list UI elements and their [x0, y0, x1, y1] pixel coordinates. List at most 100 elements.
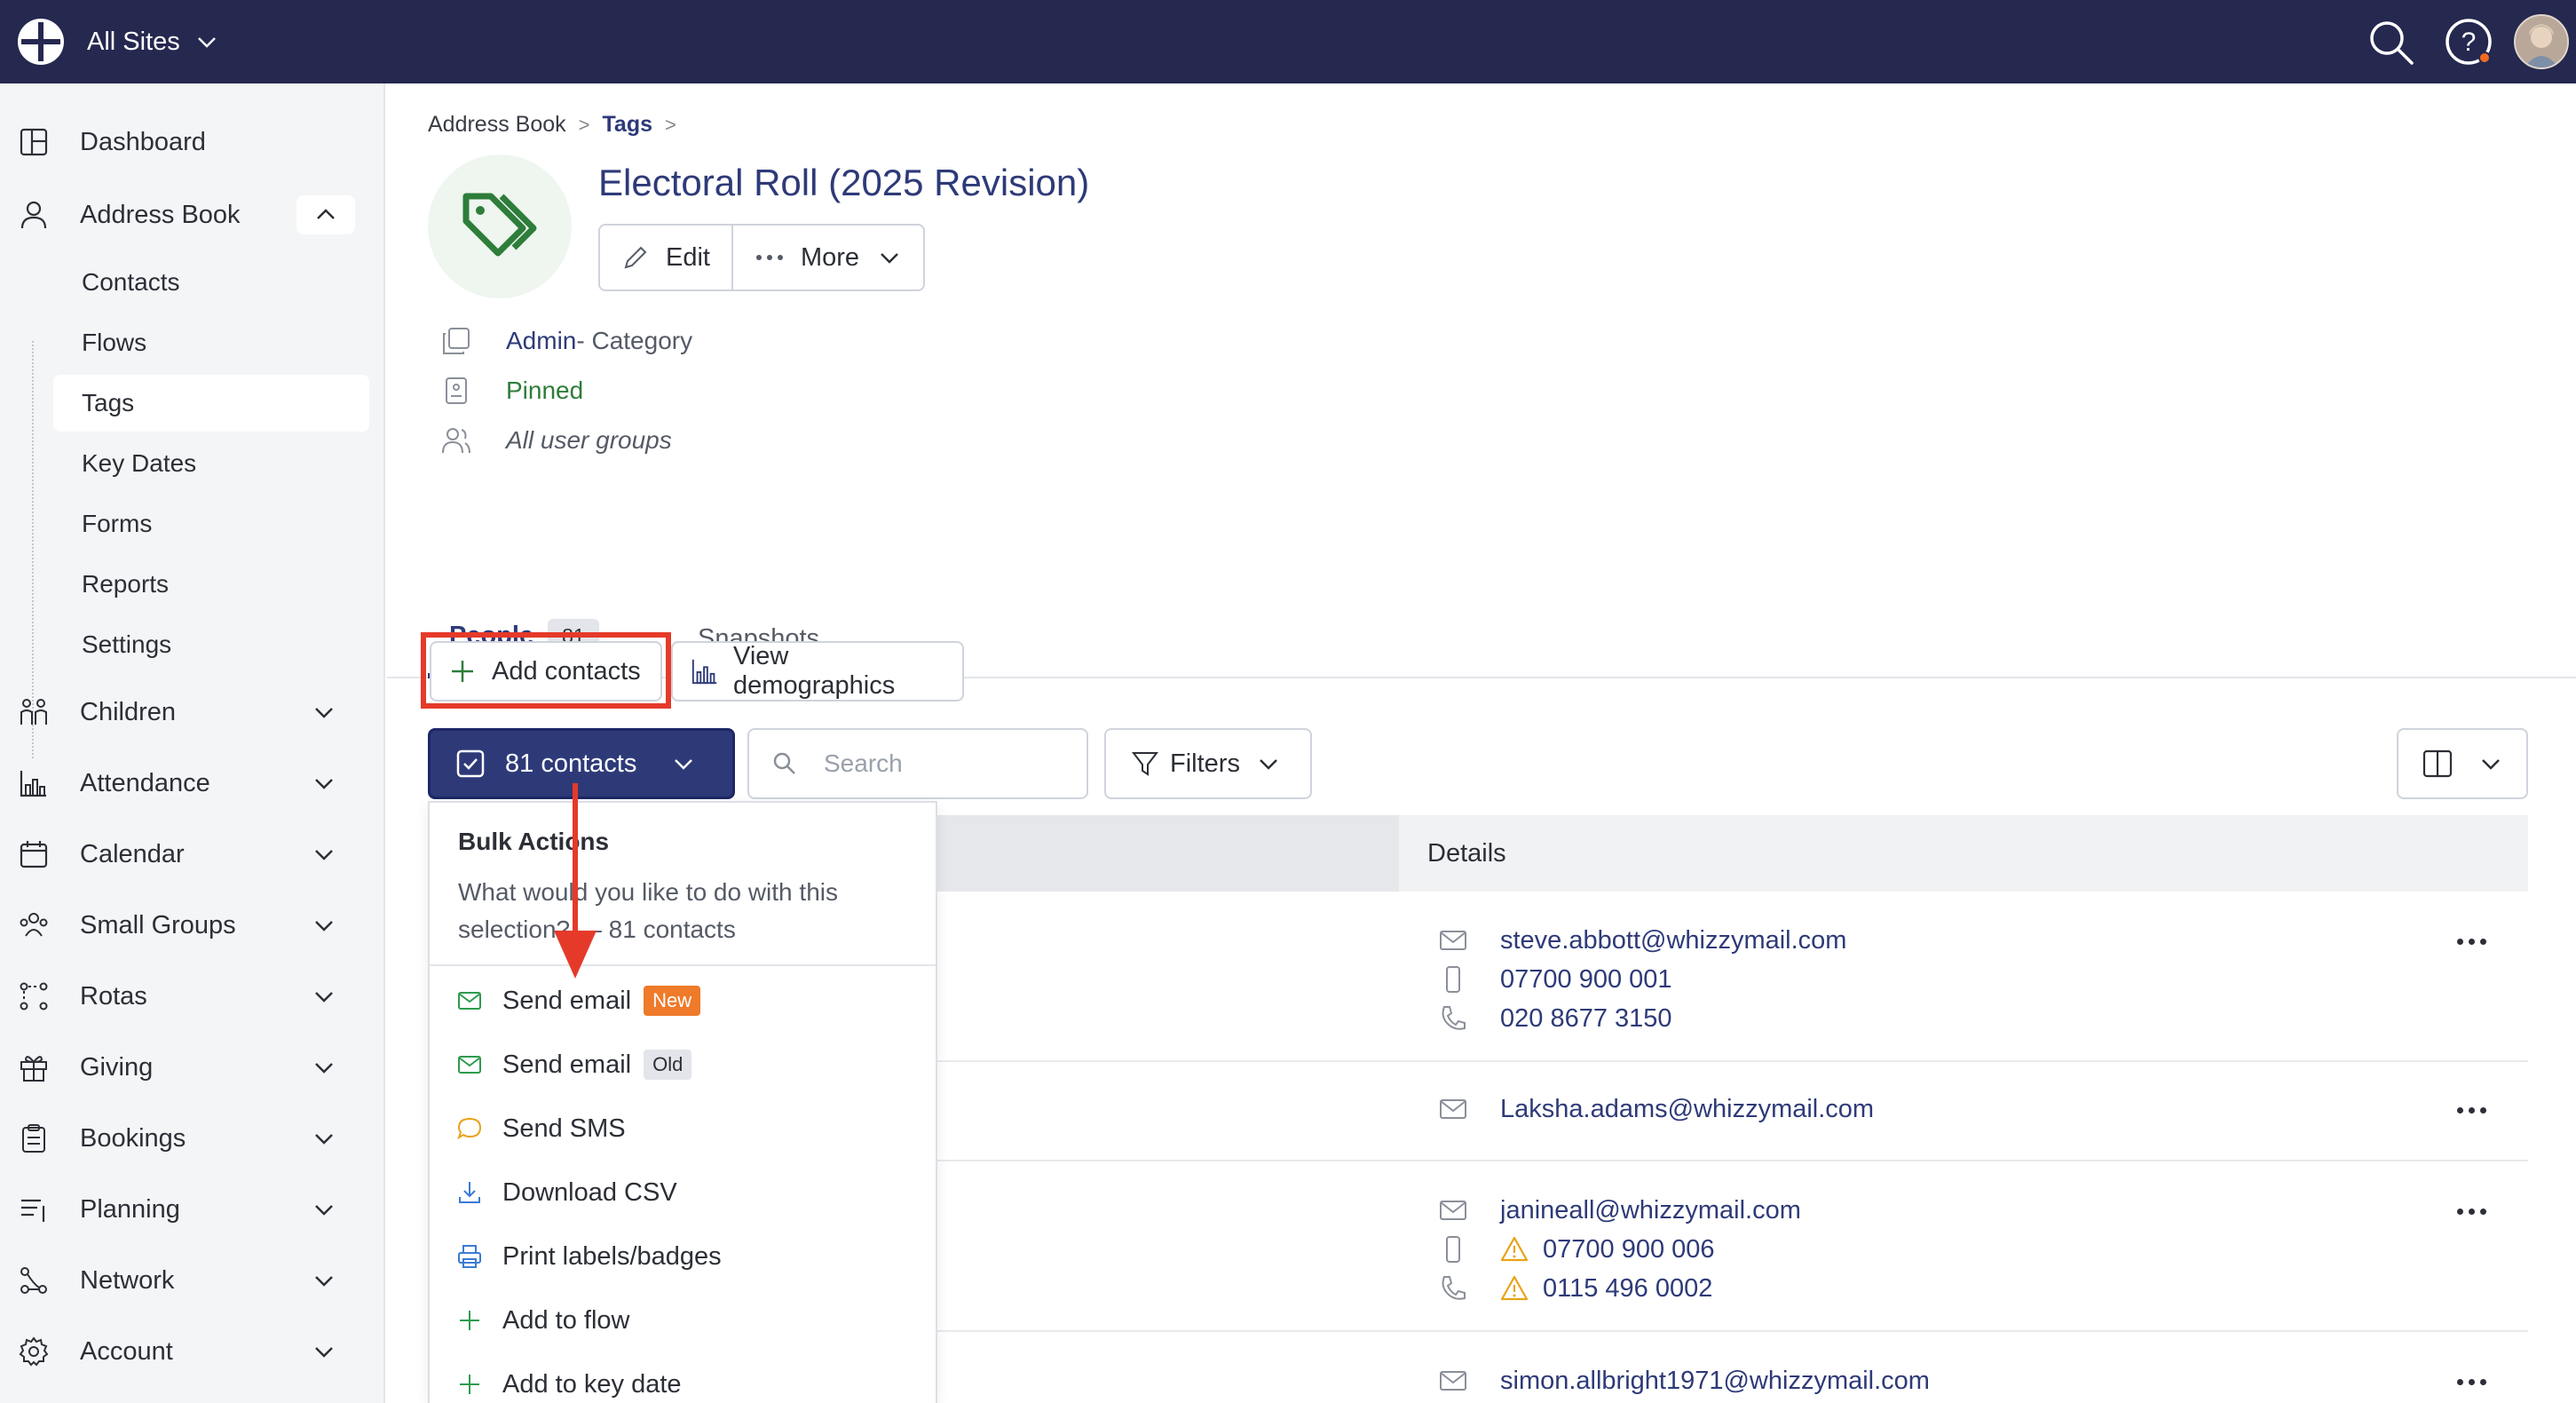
- sidebar-item-network[interactable]: Network: [0, 1254, 385, 1307]
- dashboard-icon: [20, 128, 48, 156]
- mobile-icon: [1446, 1236, 1460, 1263]
- row-menu-button[interactable]: [2452, 1101, 2491, 1119]
- attendance-icon: [20, 771, 46, 797]
- mobile-line: 07700 900 001: [1438, 964, 1672, 995]
- menu-item-print-labels[interactable]: Print labels/badges: [456, 1234, 722, 1279]
- tag-avatar: [428, 155, 572, 298]
- view-demographics-label: View demographics: [733, 642, 896, 700]
- sidebar-item-account[interactable]: Account: [0, 1325, 385, 1378]
- breadcrumb-address-book[interactable]: Address Book: [428, 112, 566, 138]
- sidebar-item-attendance[interactable]: Attendance: [0, 757, 385, 810]
- tag-actions: Edit More: [598, 224, 926, 291]
- filters-label: Filters: [1170, 749, 1240, 778]
- sidebar-item-planning[interactable]: Planning: [0, 1183, 385, 1236]
- sidebar-item-label: Bookings: [80, 1123, 186, 1153]
- category-link[interactable]: Admin: [506, 327, 576, 355]
- sidebar-subitem-forms[interactable]: Forms: [53, 495, 369, 552]
- menu-item-add-to-key-date[interactable]: Add to key date: [456, 1362, 682, 1403]
- children-icon: [20, 699, 47, 725]
- search-icon: [2370, 21, 2414, 65]
- plus-icon: [460, 1311, 479, 1330]
- sidebar-item-label: Address Book: [80, 200, 241, 229]
- chart-icon: [691, 659, 717, 685]
- menu-item-download-csv[interactable]: Download CSV: [456, 1170, 677, 1215]
- planning-icon: [21, 1199, 45, 1222]
- phone-link[interactable]: 020 8677 3150: [1500, 1004, 1672, 1034]
- row-menu-button[interactable]: [2452, 1373, 2491, 1391]
- annotation-arrow-icon: [554, 783, 597, 979]
- sidebar-subitem-reports[interactable]: Reports: [53, 556, 369, 613]
- row-menu-button[interactable]: [2452, 932, 2491, 950]
- sidebar-subitem-tags[interactable]: Tags: [53, 375, 369, 432]
- sidebar-subitem-contacts[interactable]: Contacts: [53, 254, 369, 311]
- user-avatar[interactable]: [2514, 14, 2569, 69]
- menu-item-label: Print labels/badges: [502, 1241, 722, 1271]
- tag-icon: [462, 193, 537, 257]
- help-button[interactable]: ?: [2443, 16, 2494, 67]
- details-column-header[interactable]: Details: [1399, 815, 2528, 892]
- view-demographics-button[interactable]: View demographics: [671, 641, 964, 702]
- email-link[interactable]: janineall@whizzymail.com: [1500, 1196, 1801, 1225]
- sidebar-subitem-key-dates[interactable]: Key Dates: [53, 435, 369, 492]
- selection-label: 81 contacts: [505, 749, 637, 778]
- search-button[interactable]: [2365, 16, 2416, 67]
- chevron-down-icon: [881, 253, 898, 264]
- mail-icon: [458, 1056, 481, 1074]
- mobile-link[interactable]: 07700 900 001: [1500, 965, 1672, 995]
- sidebar-item-bookings[interactable]: Bookings: [0, 1112, 385, 1165]
- sidebar-item-dashboard[interactable]: Dashboard: [0, 115, 385, 169]
- chevron-down-icon: [315, 1205, 333, 1216]
- breadcrumb-separator-icon: >: [665, 113, 676, 136]
- sidebar-item-label: Children: [80, 697, 176, 726]
- email-link[interactable]: Laksha.adams@whizzymail.com: [1500, 1095, 1874, 1124]
- person-icon: [20, 201, 47, 229]
- highlight-box: [421, 632, 671, 709]
- sidebar-item-giving[interactable]: Giving: [0, 1041, 385, 1094]
- chevron-down-icon: [315, 1134, 333, 1145]
- edit-button[interactable]: Edit: [600, 226, 731, 289]
- sidebar-item-small-groups[interactable]: Small Groups: [0, 899, 385, 952]
- phone-icon: [1442, 1006, 1466, 1030]
- avatar-icon: [2516, 16, 2567, 67]
- row-divider: [937, 1160, 2528, 1161]
- top-bar: All Sites ?: [0, 0, 2576, 83]
- row-divider: [937, 1330, 2528, 1332]
- email-link[interactable]: steve.abbott@whizzymail.com: [1500, 926, 1846, 955]
- sidebar-subitem-flows[interactable]: Flows: [53, 314, 369, 371]
- menu-item-add-to-flow[interactable]: Add to flow: [456, 1298, 629, 1343]
- warning-icon: [1500, 1236, 1529, 1262]
- mail-icon: [458, 992, 481, 1010]
- groups-row: All user groups: [440, 424, 672, 456]
- row-menu-button[interactable]: [2452, 1202, 2491, 1220]
- menu-item-label: Send SMS: [502, 1114, 626, 1143]
- row-divider: [937, 1060, 2528, 1062]
- breadcrumb-tags[interactable]: Tags: [603, 112, 653, 138]
- more-button[interactable]: More: [731, 226, 923, 289]
- email-link[interactable]: simon.allbright1971@whizzymail.com: [1500, 1367, 1930, 1396]
- mobile-link[interactable]: 07700 900 006: [1543, 1235, 1715, 1264]
- pinned-status: Pinned: [506, 377, 584, 404]
- columns-button[interactable]: [2397, 728, 2528, 799]
- sidebar-item-label: Attendance: [80, 768, 210, 797]
- sidebar-item-children[interactable]: Children: [0, 686, 385, 739]
- sidebar-item-label: Calendar: [80, 839, 185, 868]
- site-switcher[interactable]: All Sites: [16, 0, 219, 83]
- plus-icon: [460, 1375, 479, 1394]
- category-row: Admin - Category: [440, 325, 692, 357]
- menu-item-send-email-old[interactable]: Send email Old: [456, 1042, 692, 1087]
- phone-link[interactable]: 0115 496 0002: [1543, 1274, 1712, 1304]
- chevron-down-icon: [315, 1063, 333, 1074]
- filters-button[interactable]: Filters: [1104, 728, 1312, 799]
- sidebar-subitem-settings[interactable]: Settings: [53, 616, 369, 673]
- menu-item-send-sms[interactable]: Send SMS: [456, 1106, 626, 1151]
- sidebar-item-address-book[interactable]: Address Book: [0, 188, 385, 242]
- search-input[interactable]: Search: [747, 728, 1088, 799]
- sidebar-item-rotas[interactable]: Rotas: [0, 970, 385, 1023]
- mobile-line: 07700 900 006: [1438, 1234, 1715, 1264]
- svg-text:?: ?: [2461, 28, 2477, 57]
- chevron-down-icon: [315, 1347, 333, 1358]
- mail-icon: [1440, 1099, 1466, 1119]
- more-label: More: [800, 242, 860, 272]
- sidebar-item-calendar[interactable]: Calendar: [0, 828, 385, 881]
- collapse-button[interactable]: [296, 195, 355, 234]
